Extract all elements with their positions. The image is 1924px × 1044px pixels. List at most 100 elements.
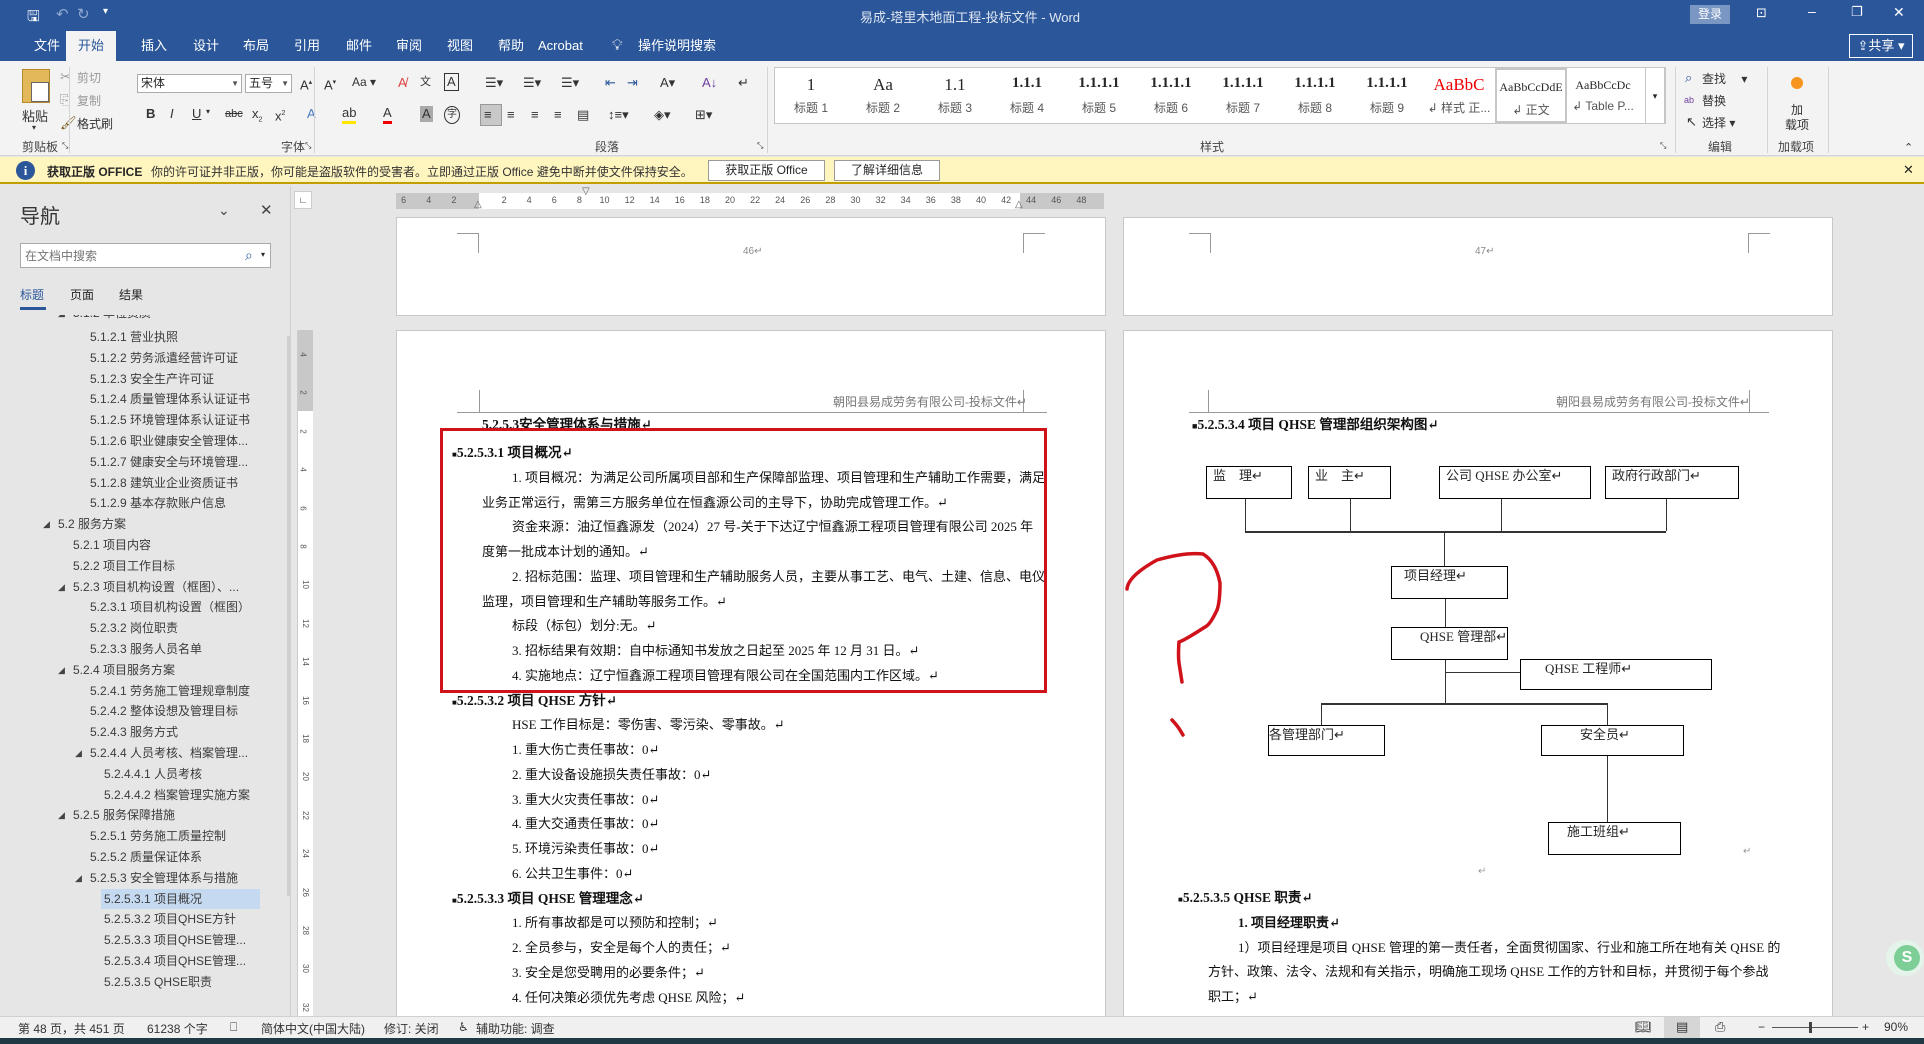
nav-tab-headings[interactable]: 标题 [20,286,44,303]
nav-heading-item[interactable]: 5.1.2.5 环境管理体系认证证书 [90,410,250,430]
customize-quick-access-icon[interactable]: ▾ [103,6,108,17]
cut-button[interactable]: 剪切 [77,69,101,86]
nav-heading-item[interactable]: 5.2.4.2 整体设想及管理目标 [90,701,238,721]
shrink-font-icon[interactable]: A▾ [324,75,336,93]
style-item[interactable]: 1 标题 1 [775,68,847,123]
italic-icon[interactable]: I [170,106,174,122]
font-size-combo[interactable]: 五号 ▼ [245,74,292,93]
borders-icon[interactable]: ⊞▾ [695,107,712,123]
tab-mailings[interactable]: 邮件 [340,31,378,61]
tab-help[interactable]: 帮助 [492,31,530,61]
style-item[interactable]: 1.1.1.1 标题 7 [1207,68,1279,123]
indent-marker-icon[interactable]: △ [1015,199,1023,210]
shading-icon[interactable]: ◈▾ [654,107,671,123]
nav-heading-item[interactable]: 5.2.5.1 劳务施工质量控制 [90,826,226,846]
horizontal-ruler[interactable]: 6 4 2 2 4 6 8 10 12 14 16 18 20 22 24 26 28 30 32 34 36 38 40 4… [396,186,1104,210]
nav-heading-item[interactable]: 5.1.2.1 营业执照 [90,327,178,347]
proofing-icon[interactable]: ⎕ [230,1020,237,1035]
collapse-triangle-icon[interactable]: ◢ [58,315,65,319]
styles-launcher-icon[interactable]: ⤡ [1660,141,1666,151]
paste-dropdown-icon[interactable]: ▾ [32,123,36,132]
nav-tab-pages[interactable]: 页面 [70,286,94,303]
zoom-slider[interactable] [1772,1022,1858,1033]
replace-button[interactable]: 替换 [1702,92,1726,109]
collapse-ribbon-icon[interactable]: ⌃ [1904,141,1913,154]
addins-button-line2[interactable]: 载项 [1785,116,1809,133]
nav-search-input[interactable] [25,247,225,264]
tab-review[interactable]: 审阅 [390,31,428,61]
nav-heading-item[interactable]: 5.2.5.3 安全管理体系与措施 [90,868,238,888]
collapse-triangle-icon[interactable]: ◢ [58,582,65,593]
nav-scrollbar[interactable] [287,336,290,896]
clipboard-launcher-icon[interactable]: ⤡ [62,141,68,151]
style-item[interactable]: Aa 标题 2 [847,68,919,123]
chevron-down-icon[interactable]: ▾ [261,250,265,259]
word-count[interactable]: 61238 个字 [147,1020,208,1037]
align-right-icon[interactable]: ≡ [531,107,539,123]
numbering-icon[interactable]: ☰▾ [523,75,541,91]
underline-dropdown-icon[interactable]: ▾ [206,107,210,116]
zoom-in-icon[interactable]: + [1862,1020,1869,1034]
justify-icon[interactable]: ≡ [554,107,562,123]
save-icon[interactable]: 🖫 [27,6,40,31]
nav-heading-item[interactable]: 5.2.5 服务保障措施 [73,805,175,825]
grow-font-icon[interactable]: A▴ [300,75,312,93]
close-bar-icon[interactable]: ✕ [1903,162,1914,178]
distributed-icon[interactable]: ▤ [577,107,589,123]
tab-file[interactable]: 文件 [28,31,66,61]
style-item[interactable]: 1.1.1.1 标题 6 [1135,68,1207,123]
underline-icon[interactable]: U [192,106,201,122]
align-center-icon[interactable]: ≡ [507,107,515,123]
accessibility-status[interactable]: 辅助功能: 调查 [476,1020,555,1037]
zoom-out-icon[interactable]: − [1758,1020,1765,1034]
close-nav-icon[interactable]: ✕ [260,201,273,219]
multilevel-list-icon[interactable]: ☰▾ [561,75,579,91]
language[interactable]: 简体中文(中国大陆) [261,1020,365,1037]
addins-icon[interactable] [1791,77,1803,89]
collapse-triangle-icon[interactable]: ◢ [75,748,82,759]
highlight-icon[interactable]: ab [342,105,357,124]
nav-heading-item[interactable]: 5.2.3.1 项目机构设置（框图） [90,597,250,617]
find-button[interactable]: 查找 ▾ [1702,70,1747,87]
decrease-indent-icon[interactable]: ⇤ [605,75,616,91]
collapse-triangle-icon[interactable]: ◢ [58,810,65,821]
copy-button[interactable]: 复制 [77,92,101,109]
nav-heading-item[interactable]: 5.2 服务方案 [58,514,126,534]
paragraph-launcher-icon[interactable]: ⤡ [757,141,763,151]
indent-marker-icon[interactable]: △ [474,199,482,210]
learn-more-button[interactable]: 了解详细信息 [834,160,940,181]
tab-design[interactable]: 设计 [187,31,225,61]
nav-heading-item[interactable]: 5.2.5.3.3 项目QHSE管理... [104,930,246,950]
nav-heading-item[interactable]: 5.2.4.4 人员考核、档案管理... [90,743,248,763]
nav-heading-item[interactable]: 5.2.5.3.2 项目QHSE方针 [104,909,236,929]
nav-heading-item[interactable]: 5.2.5.3.4 项目QHSE管理... [104,951,246,971]
nav-heading-item[interactable]: 5.2.3.2 岗位职责 [90,618,178,638]
web-layout-icon[interactable]: ⎙ [1715,1019,1725,1035]
style-item[interactable]: 1.1.1.1 标题 8 [1279,68,1351,123]
minimize-icon[interactable]: – [1808,3,1816,19]
nav-heading-item[interactable]: 5.1.2.3 安全生产许可证 [90,369,214,389]
show-marks-icon[interactable]: ↵ [738,75,749,91]
zoom-level[interactable]: 90% [1884,1020,1908,1034]
style-item[interactable]: 1.1.1 标题 4 [991,68,1063,123]
strikethrough-icon[interactable]: abc [225,106,243,122]
bold-icon[interactable]: B [146,106,155,122]
font-launcher-icon[interactable]: ⤡ [305,141,311,151]
styles-more-icon[interactable]: ▾ [1645,67,1665,124]
tab-insert[interactable]: 插入 [135,31,173,61]
nav-search-box[interactable]: ⌕ ▾ [20,243,271,268]
vertical-ruler[interactable]: 4 2 2 4 6 8 10 12 14 16 18 20 22 24 26 28 30 32 [297,330,313,1016]
nav-heading-item[interactable]: 5.2.4.4.1 人员考核 [104,764,202,784]
tab-acrobat[interactable]: Acrobat [532,31,589,61]
restore-icon[interactable]: ❐ [1851,4,1863,20]
superscript-icon[interactable]: x2 [275,106,285,124]
line-spacing-icon[interactable]: ↕≡▾ [608,107,629,123]
nav-heading-item[interactable]: 5.1.2.2 劳务派遣经营许可证 [90,348,238,368]
select-button[interactable]: 选择 ▾ [1702,114,1735,131]
page-count[interactable]: 第 48 页，共 451 页 [18,1020,125,1037]
sort-icon[interactable]: A↓ [702,75,717,91]
character-shading-icon[interactable]: A [420,106,433,122]
change-case-button[interactable]: Aa ▾ [352,75,376,89]
tab-references[interactable]: 引用 [288,31,326,61]
nav-heading-item[interactable]: 5.1.2 单位资质 [73,315,151,323]
